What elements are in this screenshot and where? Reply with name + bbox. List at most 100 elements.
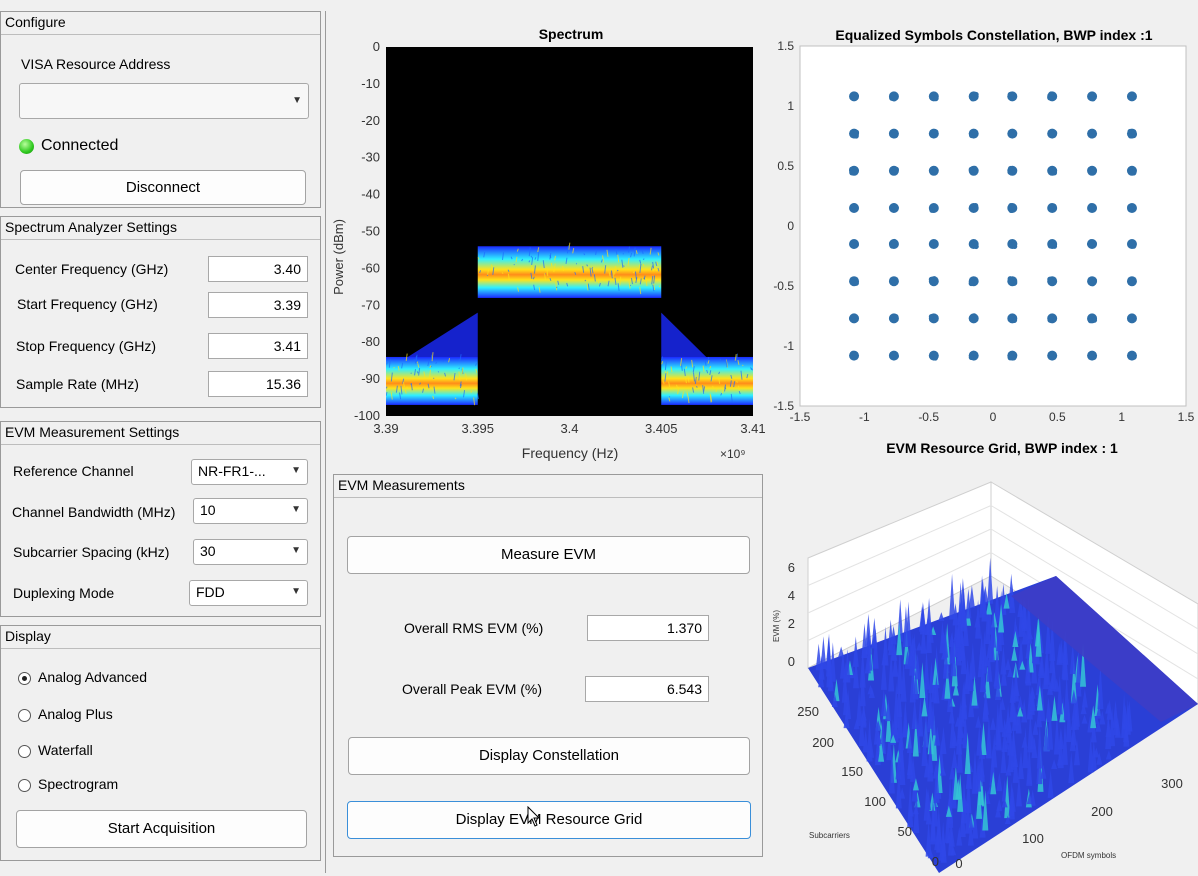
resource-grid-chart: EVM Resource Grid, BWP index : 1 EVM (%)… — [771, 436, 1198, 873]
duplexing-mode-dropdown[interactable]: FDD ▼ — [189, 580, 308, 606]
spectrum-xtick: 3.395 — [461, 421, 494, 436]
radio-label: Analog Advanced — [38, 669, 147, 685]
center-frequency-label: Center Frequency (GHz) — [15, 261, 168, 277]
spectrum-xtick: 3.4 — [560, 421, 578, 436]
evm-measurements-title: EVM Measurements — [334, 475, 762, 498]
constellation-point — [890, 93, 895, 98]
evm-ztick: 2 — [788, 616, 795, 631]
rms-evm-field: 1.370 — [587, 615, 709, 641]
constellation-point — [1048, 167, 1053, 172]
radio-label: Spectrogram — [38, 776, 118, 792]
spectrum-xtick: 3.41 — [740, 421, 765, 436]
spectrum-ytick: -80 — [361, 334, 380, 349]
constellation-xtick: 1.5 — [1178, 410, 1195, 424]
subcarrier-spacing-value: 30 — [200, 543, 216, 559]
constellation-point — [1012, 241, 1017, 246]
reference-channel-dropdown[interactable]: NR-FR1-... ▼ — [191, 459, 308, 485]
sample-rate-field[interactable]: 15.36 — [208, 371, 308, 397]
constellation-point — [1049, 203, 1054, 208]
constellation-point — [1088, 318, 1093, 323]
start-acquisition-button[interactable]: Start Acquisition — [16, 810, 307, 848]
spectrum-chart: Spectrum Power (dBm) Frequency (Hz) ×10⁹… — [327, 22, 767, 467]
constellation-point — [1048, 352, 1053, 357]
constellation-point — [1131, 129, 1136, 134]
spectrum-x-exponent: ×10⁹ — [720, 447, 746, 461]
constellation-point — [1008, 166, 1013, 171]
duplexing-mode-label: Duplexing Mode — [13, 585, 114, 601]
constellation-xtick: 0 — [990, 410, 997, 424]
chevron-down-icon: ▼ — [291, 581, 301, 603]
subcarrier-tick: 50 — [898, 824, 912, 839]
start-frequency-field[interactable]: 3.39 — [208, 292, 308, 318]
duplexing-mode-value: FDD — [196, 584, 225, 600]
subcarrier-tick: 150 — [841, 764, 863, 779]
spectrum-ylabel: Power (dBm) — [331, 219, 346, 295]
channel-bandwidth-value: 10 — [200, 502, 216, 518]
evm-settings-title: EVM Measurement Settings — [1, 422, 320, 445]
stop-frequency-field[interactable]: 3.41 — [208, 333, 308, 359]
spectrum-analyzer-settings-panel: Spectrum Analyzer Settings Center Freque… — [0, 216, 321, 408]
constellation-point — [1128, 317, 1133, 322]
constellation-point — [932, 276, 937, 281]
constellation-point — [932, 169, 937, 174]
constellation-point — [972, 94, 977, 99]
evm-measurements-panel: EVM Measurements Measure EVM Overall RMS… — [333, 474, 763, 857]
constellation-point — [973, 130, 978, 135]
spectrum-plot: Spectrum Power (dBm) Frequency (Hz) ×10⁹… — [327, 22, 767, 467]
chevron-down-icon: ▼ — [291, 460, 301, 482]
constellation-point — [969, 167, 974, 172]
start-frequency-label: Start Frequency (GHz) — [17, 296, 158, 312]
constellation-point — [1048, 277, 1053, 282]
ofdm-symbols-label: OFDM symbols — [1061, 851, 1116, 860]
sample-rate-label: Sample Rate (MHz) — [16, 376, 139, 392]
ofdm-tick: 0 — [955, 856, 962, 871]
display-evm-resource-grid-button[interactable]: Display EVM Resource Grid — [347, 801, 751, 839]
center-frequency-field[interactable]: 3.40 — [208, 256, 308, 282]
channel-bandwidth-dropdown[interactable]: 10 ▼ — [193, 498, 308, 524]
constellation-point — [1052, 170, 1057, 175]
constellation-point — [892, 239, 897, 244]
evm-ztick: 6 — [788, 560, 795, 575]
spectrum-trace-segment — [623, 266, 624, 267]
disconnect-button[interactable]: Disconnect — [20, 170, 306, 205]
radio-icon — [18, 745, 31, 758]
visa-resource-dropdown[interactable]: ▼ — [19, 83, 309, 119]
constellation-point — [1130, 281, 1135, 286]
constellation-point — [891, 280, 896, 285]
constellation-point — [1089, 133, 1094, 138]
constellation-point — [1008, 354, 1013, 359]
spectrum-trace-segment — [459, 368, 460, 369]
constellation-point — [851, 280, 856, 285]
constellation-point — [1008, 132, 1013, 137]
rms-evm-label: Overall RMS EVM (%) — [404, 620, 543, 636]
reference-channel-label: Reference Channel — [13, 463, 134, 479]
status-text: Connected — [41, 137, 118, 155]
chevron-down-icon: ▼ — [291, 499, 301, 521]
spectrum-title: Spectrum — [539, 26, 604, 42]
constellation-point — [972, 314, 977, 319]
measure-evm-button[interactable]: Measure EVM — [347, 536, 750, 574]
spectrum-xtick: 3.405 — [645, 421, 678, 436]
spectrum-ytick: -50 — [361, 224, 380, 239]
display-constellation-button[interactable]: Display Constellation — [348, 737, 750, 775]
spectrum-ytick: -20 — [361, 113, 380, 128]
constellation-ytick: 1 — [787, 99, 794, 113]
constellation-point — [972, 241, 977, 246]
channel-bandwidth-label: Channel Bandwidth (MHz) — [12, 504, 175, 520]
radio-label: Waterfall — [38, 742, 93, 758]
subcarrier-spacing-dropdown[interactable]: 30 ▼ — [193, 539, 308, 565]
visa-label: VISA Resource Address — [21, 56, 170, 72]
stop-frequency-label: Stop Frequency (GHz) — [16, 338, 156, 354]
subcarrier-tick: 0 — [932, 854, 939, 869]
constellation-point — [1048, 91, 1053, 96]
constellation-point — [851, 244, 856, 249]
constellation-point — [1008, 92, 1013, 97]
divider — [325, 11, 326, 873]
configure-panel: Configure VISA Resource Address ▼ Connec… — [0, 11, 321, 208]
evm-measurement-settings-panel: EVM Measurement Settings Reference Chann… — [0, 421, 321, 617]
peak-evm-label: Overall Peak EVM (%) — [402, 681, 542, 697]
spectrum-ytick: -70 — [361, 297, 380, 312]
subcarrier-tick: 250 — [797, 704, 819, 719]
spectrum-xtick: 3.39 — [373, 421, 398, 436]
resource-grid-plot: EVM Resource Grid, BWP index : 1 EVM (%)… — [771, 436, 1198, 873]
